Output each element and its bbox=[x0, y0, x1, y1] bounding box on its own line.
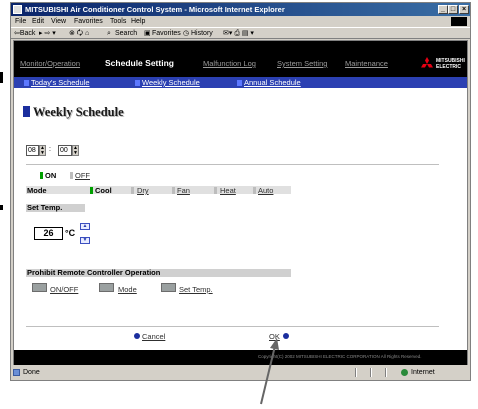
menu-help[interactable]: Help bbox=[131, 16, 145, 27]
hour-stepper[interactable]: ▲ ▼ bbox=[39, 145, 46, 156]
status-text: Done bbox=[23, 369, 40, 376]
nav-monitor-operation[interactable]: Monitor/Operation bbox=[20, 59, 80, 68]
divider bbox=[26, 326, 439, 327]
nav-maintenance[interactable]: Maintenance bbox=[345, 59, 388, 68]
mode-auto[interactable]: Auto bbox=[258, 186, 273, 195]
mode-row bbox=[26, 186, 291, 194]
forward-button[interactable]: ▸ ⇨ ▾ bbox=[39, 28, 56, 40]
cancel-button[interactable]: Cancel bbox=[142, 332, 165, 341]
minute-stepper[interactable]: ▲ ▼ bbox=[72, 145, 79, 156]
menu-tools[interactable]: Tools bbox=[110, 16, 126, 27]
three-diamonds-icon bbox=[421, 57, 433, 68]
page-icon bbox=[13, 369, 20, 376]
menu-view[interactable]: View bbox=[51, 16, 66, 27]
mode-fan[interactable]: Fan bbox=[177, 186, 190, 195]
time-separator: : bbox=[49, 146, 51, 153]
search-icon: ⌕ bbox=[107, 30, 111, 37]
page-title: Weekly Schedule bbox=[33, 105, 124, 119]
off-indicator bbox=[70, 172, 73, 179]
minute-down-icon[interactable]: ▼ bbox=[73, 151, 78, 156]
logo-line2: ELECTRIC bbox=[436, 64, 461, 70]
on-indicator bbox=[40, 172, 43, 179]
hour-input[interactable]: 08 bbox=[26, 145, 39, 156]
minute-input[interactable]: 00 bbox=[58, 145, 72, 156]
windows-logo-icon bbox=[451, 17, 467, 26]
prohibit-mode-toggle[interactable] bbox=[99, 283, 114, 292]
prohibit-header: Prohibit Remote Controller Operation bbox=[26, 269, 291, 277]
ie-page-icon bbox=[13, 5, 22, 14]
maximize-button[interactable]: □ bbox=[448, 5, 458, 14]
history-button[interactable]: History bbox=[191, 28, 213, 40]
mode-label: Mode bbox=[27, 186, 47, 195]
auto-indicator bbox=[253, 187, 256, 194]
menu-favorites[interactable]: Favorites bbox=[74, 16, 103, 27]
subnav-weekly-schedule[interactable]: Weekly Schedule bbox=[142, 78, 200, 87]
toolbar: ⇦Back ▸ ⇨ ▾ ⊗ 🗘 ⌂ ⌕ Search ▣ Favorites ◷… bbox=[11, 27, 470, 39]
title-marker bbox=[23, 106, 30, 117]
internet-zone-icon bbox=[401, 369, 408, 376]
subnav-marker bbox=[237, 80, 242, 86]
prohibit-onoff-toggle[interactable] bbox=[32, 283, 47, 292]
temp-up-button[interactable]: ▲ bbox=[80, 223, 90, 230]
temp-down-button[interactable]: ▼ bbox=[80, 237, 90, 244]
stop-refresh-home-buttons[interactable]: ⊗ 🗘 ⌂ bbox=[69, 28, 89, 40]
cancel-bullet-icon bbox=[134, 333, 140, 339]
margin-mark bbox=[0, 72, 3, 83]
title-bar: MITSUBISHI Air Conditioner Control Syste… bbox=[11, 3, 470, 16]
prohibit-settemp-link[interactable]: Set Temp. bbox=[179, 285, 213, 294]
fan-indicator bbox=[172, 187, 175, 194]
hour-down-icon[interactable]: ▼ bbox=[40, 151, 45, 156]
off-option[interactable]: OFF bbox=[75, 171, 90, 180]
subnav-annual-schedule[interactable]: Annual Schedule bbox=[244, 78, 301, 87]
mitsubishi-logo: MITSUBISHI ELECTRIC bbox=[420, 55, 465, 73]
page-content bbox=[13, 40, 468, 365]
prohibit-mode-link[interactable]: Mode bbox=[118, 285, 137, 294]
window-title: MITSUBISHI Air Conditioner Control Syste… bbox=[25, 5, 285, 14]
subnav-marker bbox=[135, 80, 140, 86]
back-button[interactable]: ⇦Back bbox=[14, 28, 35, 40]
menu-edit[interactable]: Edit bbox=[32, 16, 44, 27]
mail-print-buttons[interactable]: ✉▾ ⎙ ▤ ▾ bbox=[223, 28, 254, 40]
dry-indicator bbox=[131, 187, 134, 194]
favorites-button[interactable]: Favorites bbox=[152, 28, 181, 40]
status-separator bbox=[370, 368, 372, 377]
zone-text: Internet bbox=[411, 369, 435, 376]
menu-file[interactable]: File bbox=[15, 16, 26, 27]
prohibit-settemp-toggle[interactable] bbox=[161, 283, 176, 292]
set-temp-header: Set Temp. bbox=[26, 204, 85, 212]
mode-dry[interactable]: Dry bbox=[137, 186, 149, 195]
search-button[interactable]: Search bbox=[115, 28, 137, 40]
history-icon: ◷ bbox=[183, 30, 190, 37]
nav-malfunction-log[interactable]: Malfunction Log bbox=[203, 59, 256, 68]
nav-system-setting[interactable]: System Setting bbox=[277, 59, 327, 68]
minimize-button[interactable]: _ bbox=[438, 5, 448, 14]
divider bbox=[26, 164, 439, 165]
nav-schedule-setting[interactable]: Schedule Setting bbox=[105, 58, 174, 68]
pointer-arrow-icon bbox=[260, 338, 279, 405]
on-option[interactable]: ON bbox=[45, 171, 56, 180]
temperature-unit: °C bbox=[65, 228, 76, 238]
heat-indicator bbox=[214, 187, 217, 194]
cool-indicator bbox=[90, 187, 93, 194]
mode-heat[interactable]: Heat bbox=[220, 186, 236, 195]
menu-bar: File Edit View Favorites Tools Help bbox=[11, 16, 470, 27]
prohibit-onoff-link[interactable]: ON/OFF bbox=[50, 285, 78, 294]
temperature-value: 26 bbox=[34, 227, 63, 240]
favorites-icon: ▣ bbox=[144, 30, 151, 37]
status-separator bbox=[385, 368, 387, 377]
status-separator bbox=[355, 368, 357, 377]
status-bar: Done Internet bbox=[11, 366, 470, 379]
subnav-todays-schedule[interactable]: Today's Schedule bbox=[31, 78, 90, 87]
margin-mark bbox=[0, 205, 3, 210]
mode-cool[interactable]: Cool bbox=[95, 186, 112, 195]
close-button[interactable]: × bbox=[459, 5, 469, 14]
subnav-marker bbox=[24, 80, 29, 86]
